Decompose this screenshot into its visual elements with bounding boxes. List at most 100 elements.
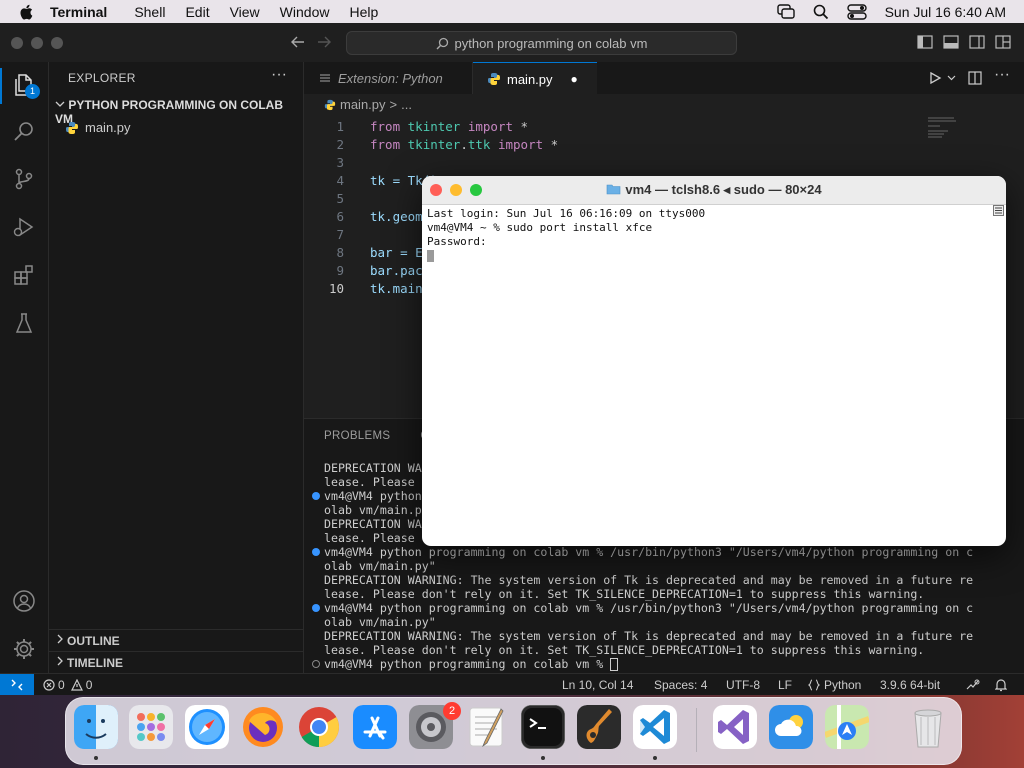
warning-count: 0 <box>85 678 93 692</box>
testing-flask-icon[interactable] <box>12 311 36 335</box>
editor-more-actions[interactable]: ··· <box>994 66 1010 84</box>
breadcrumb-symbols[interactable]: ... <box>401 97 412 112</box>
search-icon <box>436 37 448 49</box>
source-control-icon[interactable] <box>12 167 36 191</box>
menu-terminal[interactable]: Terminal <box>50 4 107 20</box>
code-line-1: from tkinter import * <box>370 119 529 134</box>
trash-icon[interactable] <box>906 705 950 749</box>
textedit-icon[interactable] <box>465 705 509 749</box>
manage-gear-icon[interactable] <box>12 637 36 661</box>
error-icon <box>43 679 55 691</box>
window-minimize-button[interactable] <box>31 37 43 49</box>
outline-section[interactable]: OUTLINE <box>49 629 303 651</box>
tab-extension-python[interactable]: Extension: Python <box>304 62 473 94</box>
indentation[interactable]: Spaces: 4 <box>654 678 707 692</box>
app-store-icon[interactable] <box>353 705 397 749</box>
tab-problems[interactable]: PROBLEMS <box>324 430 390 442</box>
terminal-title-bar[interactable]: vm4 — tclsh8.6 ◂ sudo — 80×24 <box>422 176 1006 205</box>
notifications-bell-icon[interactable] <box>995 678 1007 692</box>
menu-window[interactable]: Window <box>280 4 330 20</box>
language-mode[interactable]: Python <box>808 678 861 692</box>
command-pending-dot[interactable] <box>312 660 320 668</box>
editor-tab-bar: Extension: Python main.py ● ··· <box>304 62 1024 95</box>
line-number: 8 <box>336 245 344 260</box>
terminal-window[interactable]: vm4 — tclsh8.6 ◂ sudo — 80×24 Last login… <box>422 176 1006 546</box>
window-zoom-button[interactable] <box>51 37 63 49</box>
terminal-line: DEPRECATION WARNING: The system version … <box>324 629 974 643</box>
firefox-icon[interactable] <box>241 705 285 749</box>
minimap[interactable] <box>928 116 964 140</box>
explorer-badge: 1 <box>25 84 40 99</box>
customize-layout-icon[interactable] <box>995 35 1011 49</box>
run-and-debug-icon[interactable] <box>12 215 36 239</box>
feedback-icon[interactable] <box>966 679 980 691</box>
terminal-line: vm4@VM4 python programming on colab vm % <box>312 657 973 671</box>
timeline-section[interactable]: TIMELINE <box>49 651 303 673</box>
maps-icon[interactable] <box>825 705 869 749</box>
menu-help[interactable]: Help <box>349 4 378 20</box>
extensions-icon[interactable] <box>12 263 36 287</box>
file-item-main-py[interactable]: main.py <box>65 120 131 135</box>
terminal-app-icon[interactable] <box>521 705 565 749</box>
launchpad-icon[interactable] <box>129 705 173 749</box>
back-arrow-icon[interactable] <box>290 35 306 49</box>
terminal-line <box>427 249 705 263</box>
breadcrumb-file[interactable]: main.py <box>340 97 386 112</box>
running-indicator <box>653 756 657 760</box>
chevron-down-icon[interactable] <box>947 74 956 82</box>
terminal-output[interactable]: Last login: Sun Jul 16 06:16:09 on ttys0… <box>427 207 705 263</box>
menu-shell[interactable]: Shell <box>134 4 165 20</box>
breadcrumb[interactable]: main.py > ... <box>324 97 412 112</box>
safari-icon[interactable] <box>185 705 229 749</box>
command-success-dot[interactable] <box>312 548 320 556</box>
error-count: 0 <box>58 678 65 692</box>
terminal-line: lease. Please don't rely on it. Set TK_S… <box>324 643 925 657</box>
python-file-icon <box>66 121 78 134</box>
python-interpreter[interactable]: 3.9.6 64-bit <box>880 678 940 692</box>
terminal-line: vm4@VM4 python programming on colab vm %… <box>312 601 973 615</box>
language-label: Python <box>824 678 862 692</box>
toggle-secondary-sidebar-icon[interactable] <box>969 35 985 49</box>
run-python-file-icon[interactable] <box>928 71 942 85</box>
weather-icon[interactable] <box>769 705 813 749</box>
tab-main-py[interactable]: main.py ● <box>473 62 597 95</box>
chevron-down-icon <box>55 101 65 107</box>
vscode-icon[interactable] <box>633 705 677 749</box>
toggle-primary-sidebar-icon[interactable] <box>917 35 933 49</box>
menu-view[interactable]: View <box>230 4 260 20</box>
running-indicator <box>94 756 98 760</box>
scroll-marks-icon[interactable] <box>993 205 1004 216</box>
command-success-dot[interactable] <box>312 492 320 500</box>
file-encoding[interactable]: UTF-8 <box>726 678 760 692</box>
command-success-dot[interactable] <box>312 604 320 612</box>
toggle-panel-icon[interactable] <box>943 35 959 49</box>
finder-icon[interactable] <box>74 705 118 749</box>
menu-clock[interactable]: Sun Jul 16 6:40 AM <box>885 4 1006 20</box>
terminal-line: DEPRECATION WARNING: The system version … <box>324 573 974 587</box>
problems-indicator[interactable]: 0 0 <box>43 678 92 692</box>
remote-indicator[interactable] <box>0 674 34 696</box>
cursor-position[interactable]: Ln 10, Col 14 <box>562 678 633 692</box>
end-of-line[interactable]: LF <box>778 678 792 692</box>
chrome-icon[interactable] <box>297 705 341 749</box>
line-number: 10 <box>328 281 344 296</box>
code-line-10: tk.main <box>370 281 423 296</box>
visual-studio-icon[interactable] <box>713 705 757 749</box>
unsaved-dot[interactable]: ● <box>571 72 578 86</box>
apple-logo-icon[interactable] <box>18 3 36 21</box>
explorer-more-actions[interactable]: ··· <box>271 66 287 84</box>
spotlight-search-icon[interactable] <box>813 4 829 20</box>
home-folder-icon <box>607 184 621 195</box>
control-center-icon[interactable] <box>846 3 867 20</box>
explorer-sidebar: EXPLORER ··· PYTHON PROGRAMMING ON COLAB… <box>49 62 304 673</box>
garageband-icon[interactable] <box>577 705 621 749</box>
menu-edit[interactable]: Edit <box>185 4 209 20</box>
activity-bar: 1 <box>0 62 49 673</box>
forward-arrow-icon[interactable] <box>316 35 332 49</box>
accounts-icon[interactable] <box>12 589 36 613</box>
window-close-button[interactable] <box>11 37 23 49</box>
screen-mirroring-icon[interactable] <box>776 3 795 20</box>
search-icon[interactable] <box>12 119 36 143</box>
split-editor-icon[interactable] <box>968 71 982 85</box>
command-center-search[interactable]: python programming on colab vm <box>346 31 737 55</box>
